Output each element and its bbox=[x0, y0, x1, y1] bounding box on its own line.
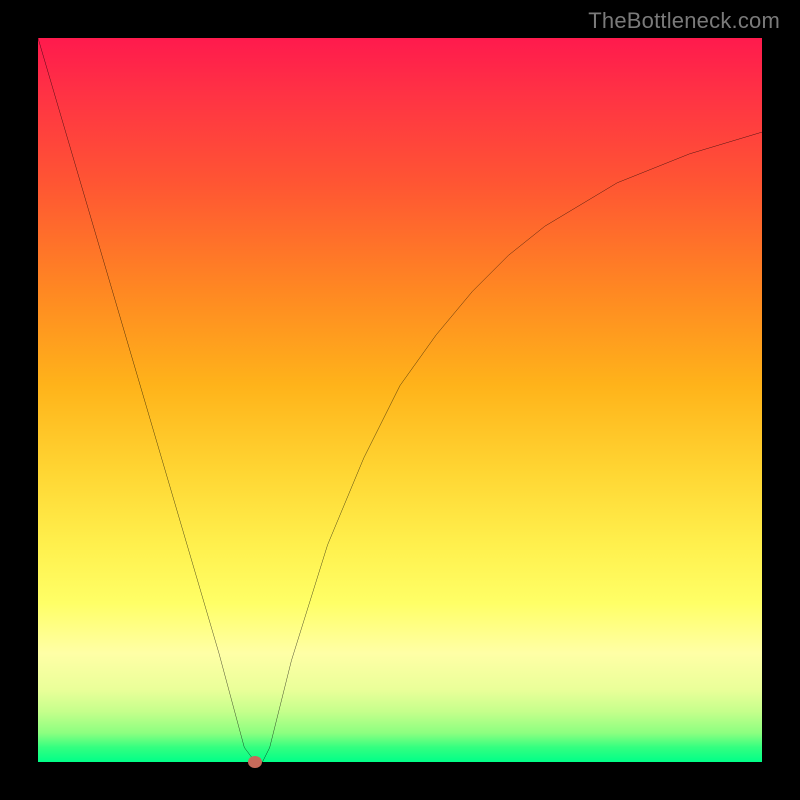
watermark-text: TheBottleneck.com bbox=[588, 8, 780, 34]
plot-area bbox=[38, 38, 762, 762]
optimum-marker bbox=[248, 756, 262, 768]
bottleneck-curve bbox=[38, 38, 762, 762]
curve-path bbox=[38, 38, 762, 762]
chart-frame: TheBottleneck.com bbox=[0, 0, 800, 800]
